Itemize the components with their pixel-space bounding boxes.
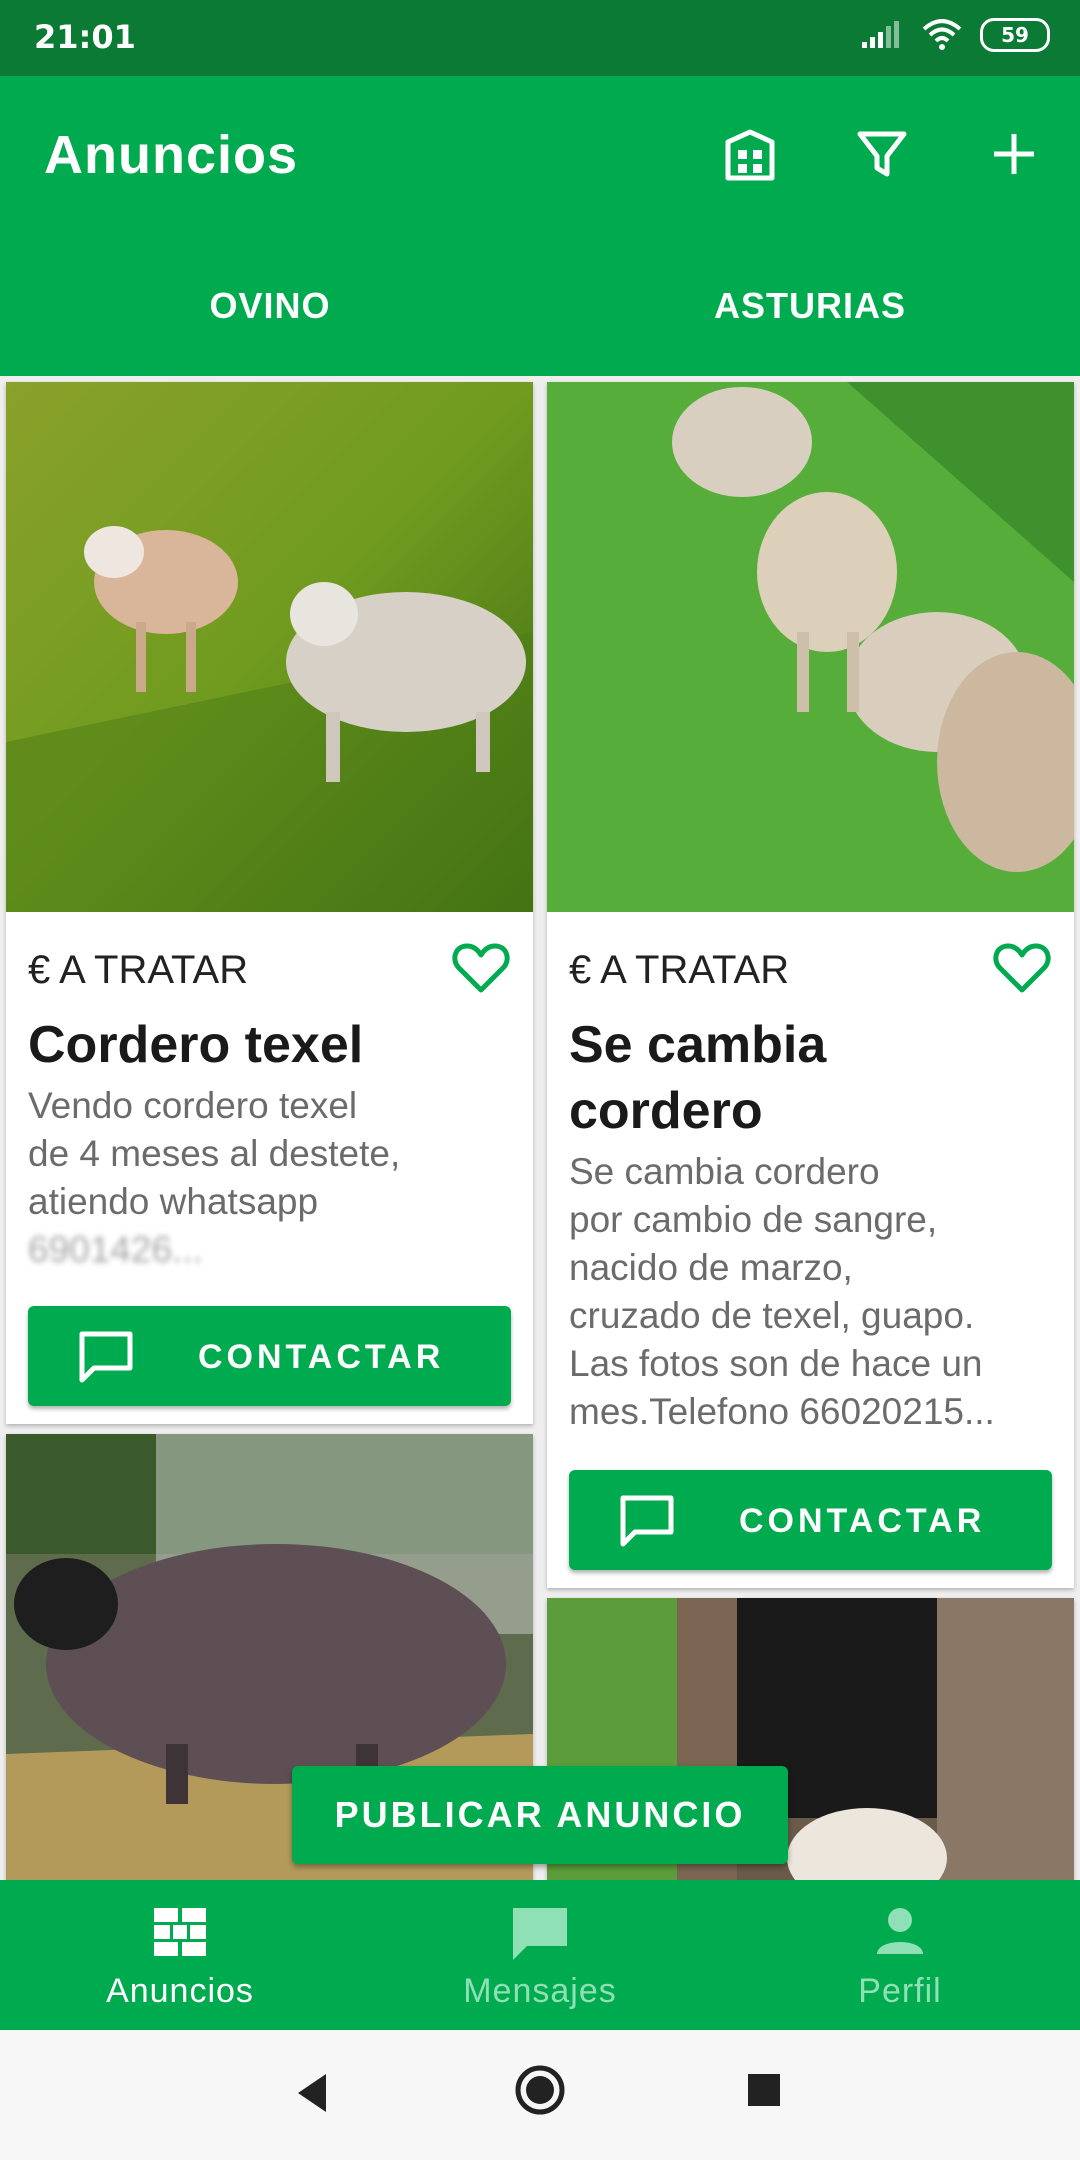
nav-label: Mensajes [463, 1972, 617, 2010]
description-line: 6901426... [28, 1229, 203, 1270]
description-line: nacido de marzo, [569, 1247, 853, 1288]
listing-price: € A TRATAR [569, 948, 790, 992]
battery-icon: 59 [980, 18, 1050, 52]
nav-label: Anuncios [106, 1972, 254, 2010]
listing-grid: € A TRATAR Cordero texel Vendo cordero t… [0, 376, 1080, 1880]
description-line: Se cambia cordero [569, 1151, 880, 1192]
title-line: Se cambia [569, 1016, 827, 1074]
building-button[interactable] [714, 118, 786, 190]
grid-icon [154, 1908, 206, 1956]
chat-icon [79, 1331, 133, 1383]
listing-title: Se cambia cordero [569, 1012, 826, 1144]
add-button[interactable] [978, 118, 1050, 190]
description-line: por cambio de sangre, [569, 1199, 938, 1240]
app-bar: Anuncios OVINO ASTURIAS [0, 76, 1080, 376]
battery-level: 59 [1001, 23, 1029, 47]
nav-item-anuncios[interactable]: Anuncios [0, 1880, 360, 2030]
chat-icon [513, 1908, 567, 1960]
contact-button[interactable]: CONTACTAR [28, 1306, 511, 1406]
page-title: Anuncios [44, 125, 299, 185]
nav-item-mensajes[interactable]: Mensajes [360, 1880, 720, 2030]
description-line: cruzado de texel, guapo. [569, 1295, 975, 1336]
title-line: cordero [569, 1082, 763, 1140]
description-line: Las fotos son de hace un [569, 1343, 983, 1384]
status-icons: 59 [860, 18, 1050, 52]
description-line: de 4 meses al destete, [28, 1133, 401, 1174]
listing-title: Cordero texel [28, 1016, 364, 1074]
description-line: atiendo whatsapp [28, 1181, 319, 1222]
listing-card[interactable]: € A TRATAR Se cambia cordero Se cambia c… [547, 382, 1074, 1588]
signal-icon [862, 21, 899, 48]
recents-icon[interactable] [744, 2070, 784, 2110]
favorite-heart-icon[interactable] [451, 938, 511, 998]
listing-photo[interactable] [547, 382, 1074, 912]
description-line: Vendo cordero texel [28, 1085, 358, 1126]
home-icon[interactable] [514, 2064, 566, 2116]
nav-label: Perfil [858, 1972, 942, 2010]
contact-button-label: CONTACTAR [739, 1502, 986, 1540]
person-icon [877, 1908, 923, 1954]
tab-ovino[interactable]: OVINO [0, 256, 540, 356]
status-bar: 21:01 59 [0, 0, 1080, 76]
publish-listing-button[interactable]: PUBLICAR ANUNCIO [292, 1766, 788, 1864]
description-line: mes.Telefono 66020215... [569, 1391, 995, 1432]
contact-button[interactable]: CONTACTAR [569, 1470, 1052, 1570]
back-icon[interactable] [292, 2070, 332, 2116]
listing-description: Se cambia cordero por cambio de sangre, … [569, 1148, 1054, 1436]
listing-price: € A TRATAR [28, 948, 249, 992]
listing-photo[interactable] [6, 382, 533, 912]
system-nav-bar [0, 2030, 1080, 2160]
wifi-icon [922, 19, 962, 50]
filter-icon [857, 131, 907, 177]
add-icon [994, 134, 1034, 174]
chat-icon [620, 1495, 674, 1547]
tab-asturias[interactable]: ASTURIAS [540, 256, 1080, 356]
building-icon [725, 129, 775, 181]
favorite-heart-icon[interactable] [992, 938, 1052, 998]
listing-description: Vendo cordero texel de 4 meses al destet… [28, 1082, 513, 1274]
listing-card[interactable]: € A TRATAR Cordero texel Vendo cordero t… [6, 382, 533, 1424]
bottom-nav: Anuncios Mensajes Perfil [0, 1880, 1080, 2030]
filter-tabs: OVINO ASTURIAS [0, 256, 1080, 356]
nav-item-perfil[interactable]: Perfil [720, 1880, 1080, 2030]
status-time: 21:01 [34, 18, 136, 56]
filter-button[interactable] [846, 118, 918, 190]
contact-button-label: CONTACTAR [198, 1338, 445, 1376]
